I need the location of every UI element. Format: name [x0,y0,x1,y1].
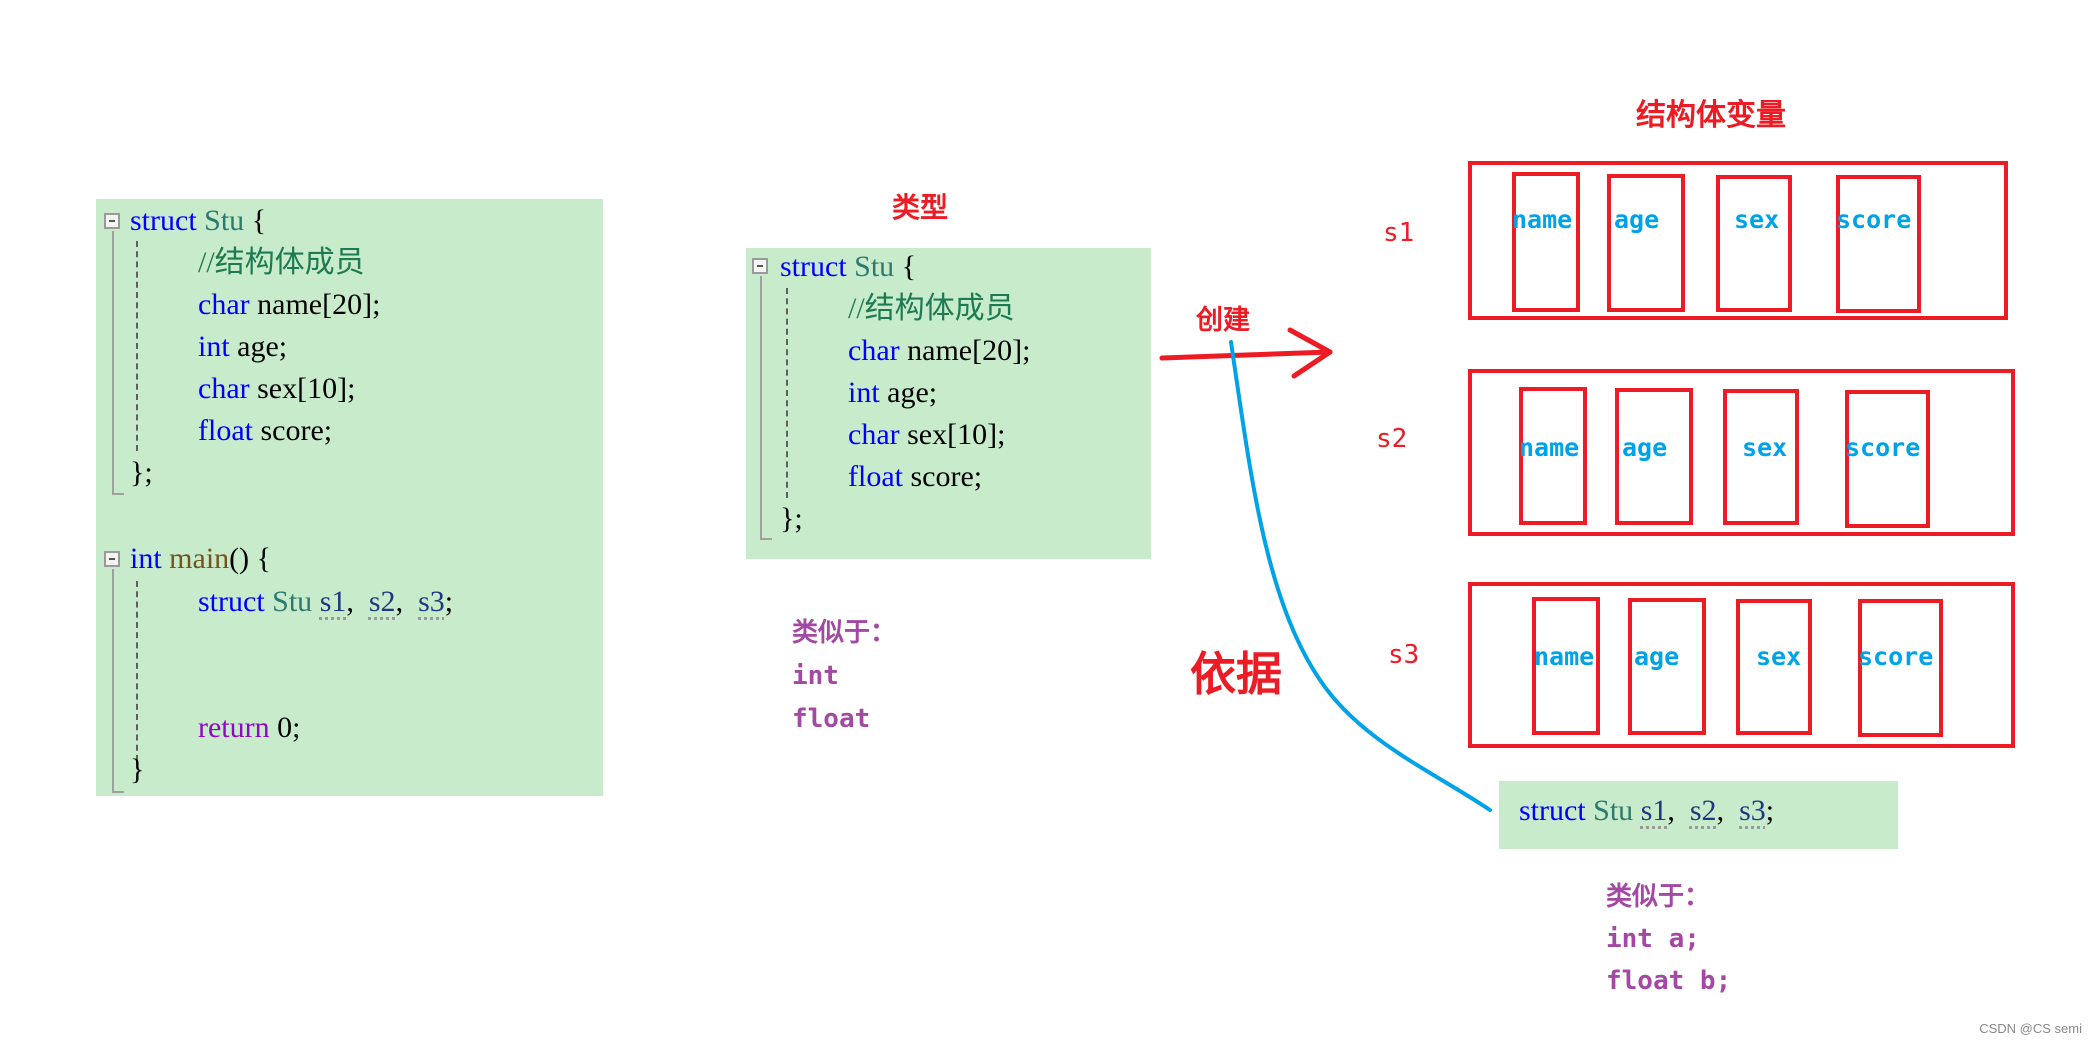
member-label: name [1512,205,1573,234]
code-line-decl: struct Stu s1, s2, s3; [1519,794,1775,827]
member-label: age [1622,433,1668,462]
member-label: sex [1756,642,1802,671]
member-label: name [1519,433,1580,462]
member-box-score [1836,175,1921,313]
member-label: score [1845,433,1921,462]
declaration-code-panel: struct Stu s1, s2, s3; [1499,781,1898,849]
member-label: score [1836,205,1912,234]
watermark: CSDN @CS semi [1979,1021,2082,1036]
member-label: score [1858,642,1934,671]
member-label: sex [1734,205,1780,234]
variable-box-s2: name age sex score [1468,369,2015,536]
create-arrow [1159,327,1333,379]
create-arrow-shaft [1159,349,1333,361]
basis-curve [1229,340,1492,812]
bottom-similar-title: 类似于： [1606,882,1711,912]
variable-label-s1: s1 [1383,218,1415,248]
member-label: sex [1742,433,1788,462]
variable-label-s2: s2 [1376,424,1408,454]
variable-box-s1: name age sex score [1468,161,2008,320]
member-box-age [1607,174,1685,312]
member-label: name [1534,642,1595,671]
member-label: age [1614,205,1660,234]
member-box-name [1512,172,1580,312]
bottom-similar-line: int a; [1606,924,1700,954]
variables-title: 结构体变量 [1636,98,1786,133]
variable-box-s3: name age sex score [1468,582,2015,748]
variable-label-s3: s3 [1388,640,1420,670]
member-label: age [1634,642,1680,671]
bottom-similar-line: float b; [1606,966,1732,996]
member-box-sex [1716,175,1792,312]
